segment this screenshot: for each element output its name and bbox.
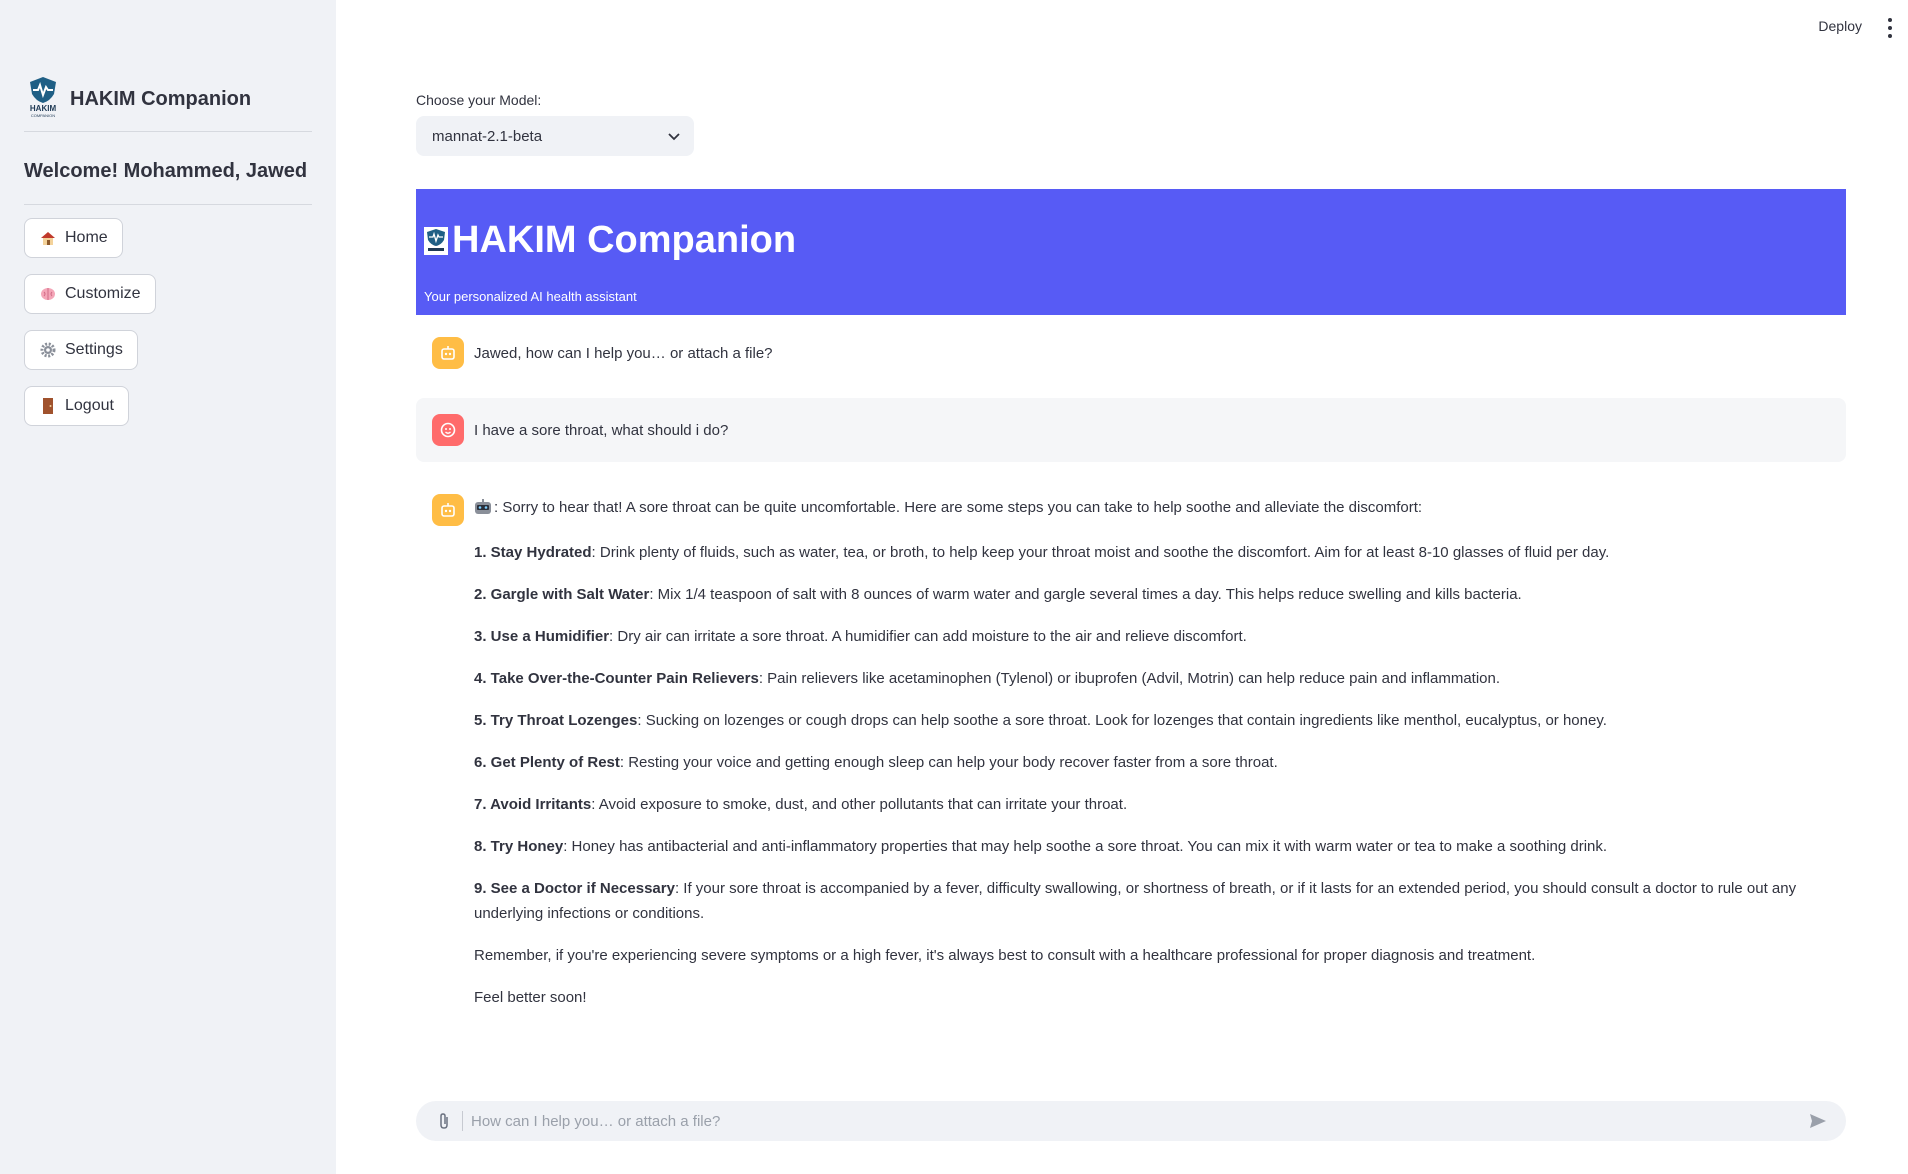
customize-label: Customize [65,285,141,302]
door-icon [39,398,57,414]
app-root: HAKIM COMPANION HAKIM Companion Welcome!… [0,0,1908,1174]
chat-input[interactable] [471,1112,1806,1130]
greeting-text: Jawed, how can I help you… or attach a f… [474,345,773,362]
assistant-response: : Sorry to hear that! A sore throat can … [474,495,1814,1027]
assistant-message: Jawed, how can I help you… or attach a f… [416,328,1846,378]
response-step: 5. Try Throat Lozenges: Sucking on lozen… [474,712,1607,729]
customize-button[interactable]: Customize [24,274,156,314]
bot-avatar-icon [432,337,464,369]
hakim-logo: HAKIM COMPANION [24,76,62,122]
home-label: Home [65,229,108,246]
gear-icon [39,342,57,358]
sidebar-brand: HAKIM COMPANION HAKIM Companion [24,76,251,122]
model-label: Choose your Model: [416,92,542,108]
hakim-logo [424,226,448,255]
response-closing: Remember, if you're experiencing severe … [474,947,1536,964]
house-icon [39,230,57,246]
settings-button[interactable]: Settings [24,330,138,370]
banner-subtitle: Your personalized AI health assistant [424,289,637,304]
robot-icon [474,498,492,523]
paperclip-icon[interactable] [434,1112,454,1130]
sidebar-divider [24,131,312,132]
user-message: I have a sore throat, what should i do? [416,398,1846,462]
response-step: 7. Avoid Irritants: Avoid exposure to sm… [474,796,1128,813]
input-separator [462,1111,463,1131]
brand-name: HAKIM Companion [70,87,252,110]
kebab-menu-icon[interactable] [1884,18,1896,38]
home-button[interactable]: Home [24,218,123,258]
response-step: 4. Take Over-the-Counter Pain Relievers:… [474,670,1501,687]
brain-icon [39,286,57,302]
bot-avatar-icon [432,494,464,526]
logout-label: Logout [65,397,114,414]
response-step: 2. Gargle with Salt Water: Mix 1/4 teasp… [474,586,1522,603]
send-icon[interactable] [1806,1113,1830,1129]
response-step: 9. See a Doctor if Necessary: If your so… [474,880,1797,922]
sidebar: HAKIM COMPANION HAKIM Companion Welcome!… [0,0,336,1174]
banner-title: HAKIM Companion [424,219,796,262]
response-step: 3. Use a Humidifier: Dry air can irritat… [474,628,1247,645]
hero-banner: HAKIM Companion Your personalized AI hea… [416,189,1846,315]
response-signoff: Feel better soon! [474,989,587,1006]
banner-title-text: HAKIM Companion [452,219,797,261]
model-selected-value: mannat-2.1-beta [432,127,543,145]
response-intro: : Sorry to hear that! A sore throat can … [474,495,1814,523]
response-step: 1. Stay Hydrated: Drink plenty of fluids… [474,544,1610,561]
deploy-button[interactable]: Deploy [1818,18,1862,34]
user-message-text: I have a sore throat, what should i do? [474,422,729,439]
logo-text: HAKIM [29,104,57,113]
settings-label: Settings [65,341,123,358]
logo-subtext: COMPANION [30,113,56,118]
logout-button[interactable]: Logout [24,386,129,426]
chat-input-bar [416,1101,1846,1141]
user-avatar-icon [432,414,464,446]
model-select[interactable]: mannat-2.1-beta [416,116,694,156]
sidebar-divider [24,204,312,205]
chevron-down-icon [668,128,680,145]
response-step: 8. Try Honey: Honey has antibacterial an… [474,838,1608,855]
welcome-text: Welcome! Mohammed, Jawed [24,160,308,182]
response-step: 6. Get Plenty of Rest: Resting your voic… [474,754,1278,771]
